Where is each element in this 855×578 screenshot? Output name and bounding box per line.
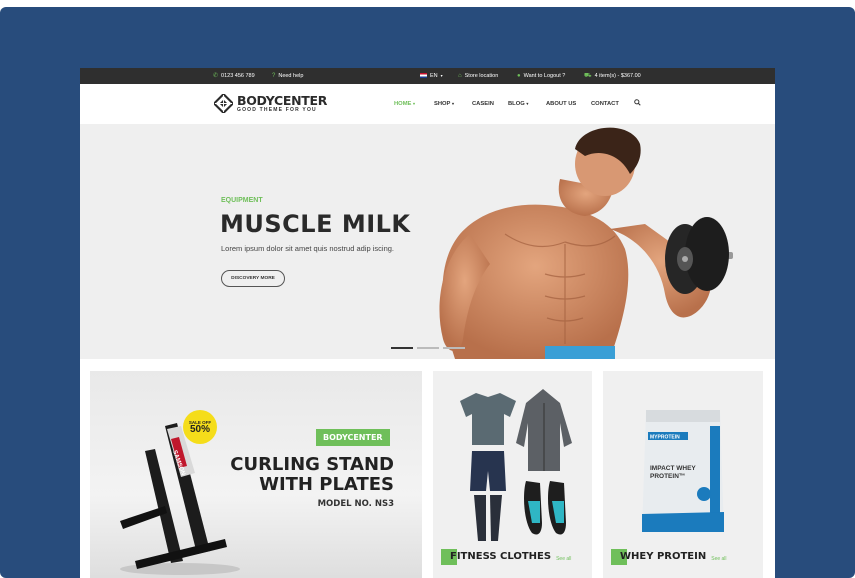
pack-line2: PROTEIN™ <box>650 473 685 480</box>
language-selector[interactable]: EN ▾ <box>420 73 443 79</box>
athlete-image <box>439 127 733 359</box>
chevron-down-icon: ▾ <box>451 100 454 106</box>
language-label: EN <box>430 72 438 79</box>
protein-pack-image: MYPROTEIN IMPACT WHEY PROTEIN™ <box>642 410 724 532</box>
logo-mark-icon <box>214 94 233 113</box>
phone-icon: ✆ <box>213 72 219 79</box>
cart-link[interactable]: ⛟ 4 item(s) - $367.00 <box>584 73 641 79</box>
curling-stand-image: SAMSON <box>120 423 240 575</box>
chevron-down-icon: ▾ <box>526 100 529 106</box>
store-label: Store location <box>464 72 499 79</box>
phone-number: 0123 456 789 <box>221 72 255 79</box>
help-link[interactable]: ? Need help <box>272 73 303 79</box>
nav-casein-label: CASEIN <box>472 100 494 107</box>
flag-icon <box>420 73 427 78</box>
store-icon: ⌂ <box>458 72 462 79</box>
website-preview: ✆ 0123 456 789 ? Need help EN ▾ ⌂ Store … <box>80 68 775 578</box>
account-link[interactable]: ● Want to Logout ? <box>517 73 565 79</box>
banner-title-line1: CURLING STAND <box>230 454 394 475</box>
account-label: Want to Logout ? <box>523 72 566 79</box>
sale-badge: SALE OFF 50% <box>183 410 217 444</box>
pack-brand: MYPROTEIN <box>650 435 680 441</box>
pack-line1: IMPACT WHEY <box>650 465 696 472</box>
hero-eyebrow: EQUIPMENT <box>221 197 263 204</box>
slider-dot[interactable] <box>417 347 439 349</box>
discovery-more-button[interactable]: DISCOVERY MORE <box>221 270 285 287</box>
search-icon[interactable] <box>634 99 641 106</box>
nav-about[interactable]: ABOUT US <box>546 101 576 107</box>
see-all-link[interactable]: See all <box>711 556 726 562</box>
banner-whey-protein[interactable]: MYPROTEIN IMPACT WHEY PROTEIN™ WHEY PROT… <box>603 371 763 578</box>
banner-title: CURLING STAND WITH PLATES <box>230 455 394 495</box>
nav-about-label: ABOUT US <box>546 100 577 107</box>
nav-blog[interactable]: BLOG ▾ <box>508 101 528 107</box>
nav-contact[interactable]: CONTACT <box>591 101 619 107</box>
user-icon: ● <box>517 72 521 79</box>
banner-curling-stand[interactable]: SAMSON SALE OFF 50% BODYCENTER CURLING S… <box>90 371 422 578</box>
chevron-down-icon: ▾ <box>440 73 443 78</box>
nav-casein[interactable]: CASEIN <box>472 101 494 107</box>
fitness-clothes-image <box>460 389 572 541</box>
hero-slider: EQUIPMENT MUSCLE MILK Lorem ipsum dolor … <box>80 124 775 359</box>
banner-caption: FITNESS CLOTHES See all <box>441 549 571 565</box>
nav-contact-label: CONTACT <box>591 100 619 107</box>
banner-title: FITNESS CLOTHES <box>450 551 552 562</box>
banner-caption: WHEY PROTEIN See all <box>611 549 727 565</box>
store-location-link[interactable]: ⌂ Store location <box>458 73 498 79</box>
phone-contact[interactable]: ✆ 0123 456 789 <box>213 73 255 79</box>
nav-home-label: HOME <box>394 100 412 107</box>
banner-title: WHEY PROTEIN <box>620 551 707 562</box>
banner-brand-tag: BODYCENTER <box>316 429 390 446</box>
banner-model: MODEL NO. NS3 <box>317 499 394 509</box>
banner-fitness-clothes[interactable]: FITNESS CLOTHES See all <box>433 371 592 578</box>
cart-summary: 4 item(s) - $367.00 <box>594 72 641 79</box>
nav-shop-label: SHOP <box>434 100 451 107</box>
slider-dot-active[interactable] <box>391 347 413 349</box>
site-logo[interactable]: BODYCENTER GOOD THEME FOR YOU <box>214 94 327 113</box>
dumbbell-icon <box>665 217 733 294</box>
help-label: Need help <box>278 72 304 79</box>
main-header: BODYCENTER GOOD THEME FOR YOU HOME ▾ SHO… <box>80 84 775 124</box>
top-bar: ✆ 0123 456 789 ? Need help EN ▾ ⌂ Store … <box>80 68 775 84</box>
hero-title: MUSCLE MILK <box>220 210 411 238</box>
see-all-link[interactable]: See all <box>556 556 571 562</box>
logo-name: BODYCENTER <box>237 92 328 108</box>
nav-shop[interactable]: SHOP ▾ <box>434 101 454 107</box>
slider-dot[interactable] <box>443 347 465 349</box>
hero-subtitle: Lorem ipsum dolor sit amet quis nostrud … <box>221 244 394 253</box>
help-icon: ? <box>272 72 276 79</box>
logo-tagline: GOOD THEME FOR YOU <box>237 106 317 113</box>
cart-icon: ⛟ <box>584 72 592 79</box>
banner-title-line2: WITH PLATES <box>259 474 394 495</box>
chevron-down-icon: ▾ <box>413 100 416 106</box>
nav-blog-label: BLOG <box>508 100 525 107</box>
nav-home[interactable]: HOME ▾ <box>394 101 415 107</box>
sale-value: 50% <box>189 423 210 435</box>
